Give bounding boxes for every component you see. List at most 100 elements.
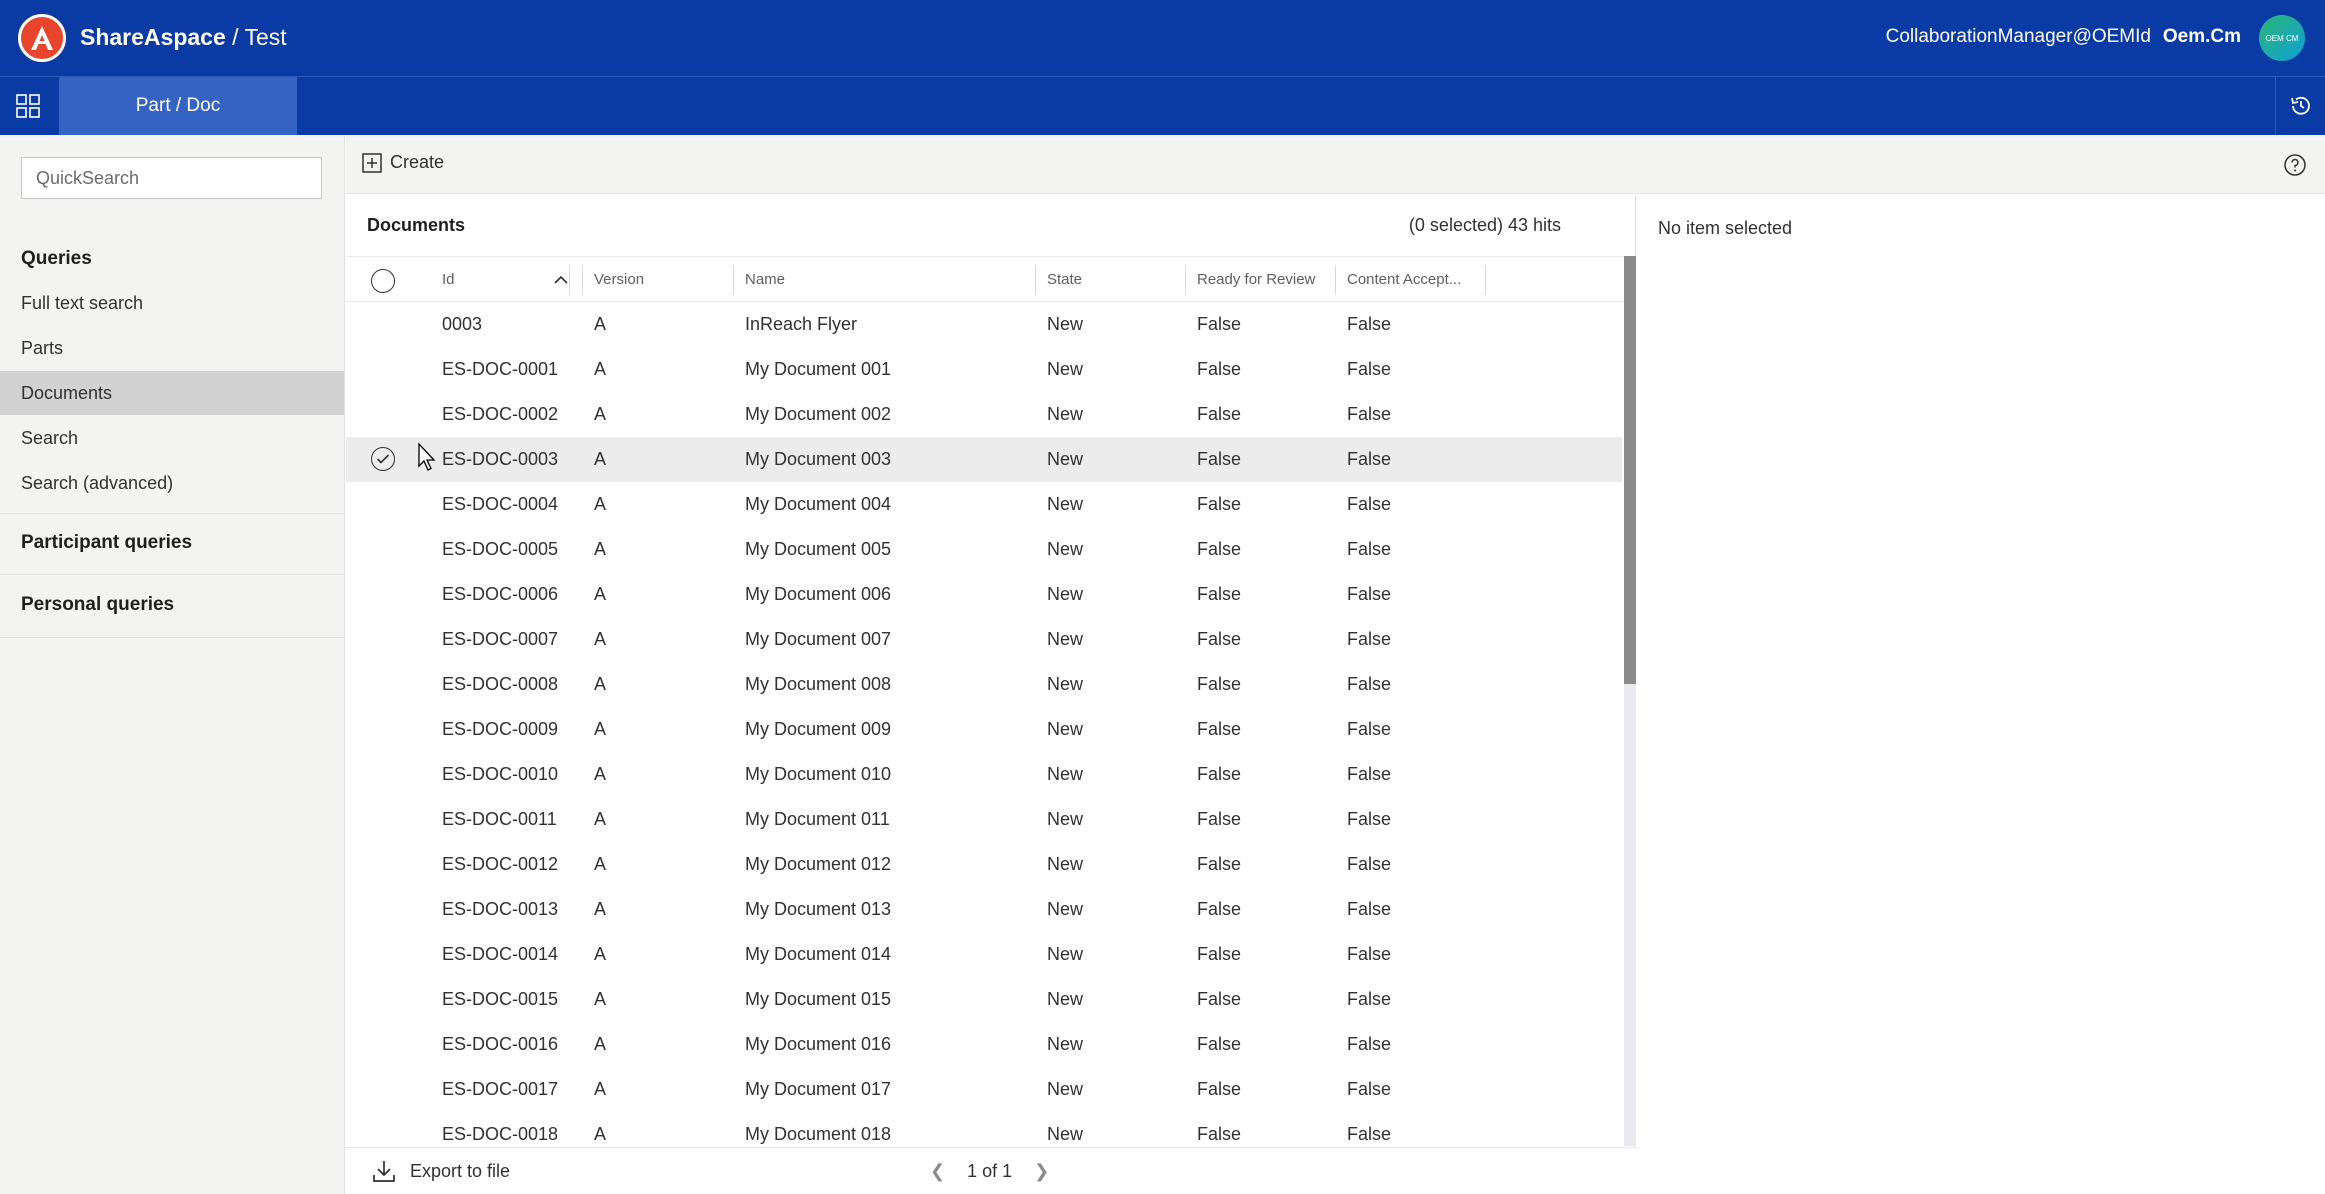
participant-queries-heading[interactable]: Participant queries	[21, 532, 192, 554]
table-row[interactable]: ES-DOC-0010 A My Document 010 New False False	[346, 752, 1622, 797]
cell-state: New	[1047, 539, 1084, 559]
queries-heading[interactable]: Queries	[21, 248, 92, 270]
shareaspace-logo[interactable]	[18, 14, 66, 62]
cell-version: A	[594, 584, 607, 604]
history-button[interactable]	[2275, 77, 2325, 135]
cell-id: ES-DOC-0005	[442, 539, 559, 559]
cell-id: ES-DOC-0004	[442, 494, 559, 514]
cell-state: New	[1047, 1079, 1084, 1099]
cell-state: New	[1047, 989, 1084, 1009]
cell-name: InReach Flyer	[745, 314, 858, 334]
cell-content-accept: False	[1347, 809, 1392, 829]
create-label: Create	[390, 152, 445, 172]
cell-version: A	[594, 629, 607, 649]
table-row[interactable]: ES-DOC-0012 A My Document 012 New False False	[346, 842, 1622, 887]
cell-content-accept: False	[1347, 629, 1392, 649]
table-row[interactable]: ES-DOC-0003 A My Document 003 New False False	[346, 437, 1622, 482]
cell-content-accept: False	[1347, 1079, 1392, 1099]
cell-ready-for-review: False	[1197, 404, 1242, 424]
export-to-file-button[interactable]: Export to file	[372, 1159, 510, 1183]
row-checkbox[interactable]	[371, 447, 395, 471]
cell-name: My Document 008	[745, 674, 892, 694]
mouse-cursor-icon	[418, 442, 436, 471]
logo-a-icon	[31, 26, 53, 50]
previous-page-icon[interactable]: ❮	[930, 1161, 945, 1182]
cell-name: My Document 001	[745, 359, 892, 379]
cell-content-accept: False	[1347, 314, 1392, 334]
next-page-icon[interactable]: ❯	[1034, 1161, 1049, 1182]
table-row[interactable]: ES-DOC-0015 A My Document 015 New False False	[346, 977, 1622, 1022]
cell-state: New	[1047, 494, 1084, 514]
cell-state: New	[1047, 449, 1084, 469]
cell-id: ES-DOC-0017	[442, 1079, 559, 1099]
cell-state: New	[1047, 1034, 1084, 1054]
column-header-state[interactable]: State	[1035, 257, 1185, 302]
sidebar-item-documents[interactable]: Documents	[0, 371, 344, 415]
table-row[interactable]: ES-DOC-0009 A My Document 009 New False False	[346, 707, 1622, 752]
cell-ready-for-review: False	[1197, 989, 1242, 1009]
scrollbar-thumb[interactable]	[1624, 256, 1636, 684]
table-row[interactable]: ES-DOC-0018 A My Document 018 New False False	[346, 1112, 1622, 1147]
cell-version: A	[594, 1079, 607, 1099]
apps-button[interactable]	[0, 77, 56, 135]
column-separator[interactable]	[569, 265, 570, 295]
cell-version: A	[594, 449, 607, 469]
table-row[interactable]: 0003 A InReach Flyer New False False	[346, 302, 1622, 347]
cell-state: New	[1047, 944, 1084, 964]
sort-ascending-icon	[554, 275, 568, 284]
table-row[interactable]: ES-DOC-0001 A My Document 001 New False False	[346, 347, 1622, 392]
column-header-ready-for-review[interactable]: Ready for Review	[1185, 257, 1335, 302]
personal-queries-heading[interactable]: Personal queries	[21, 594, 174, 616]
cell-content-accept: False	[1347, 539, 1392, 559]
table-row[interactable]: ES-DOC-0014 A My Document 014 New False False	[346, 932, 1622, 977]
table-row[interactable]: ES-DOC-0004 A My Document 004 New False False	[346, 482, 1622, 527]
tab-part-doc[interactable]: Part / Doc	[59, 77, 297, 135]
cell-id: ES-DOC-0018	[442, 1124, 559, 1144]
sidebar: Queries Full text search Parts Documents…	[0, 135, 345, 1194]
table-footer: Export to file ❮ 1 of 1 ❯	[346, 1147, 1636, 1194]
table-row[interactable]: ES-DOC-0011 A My Document 011 New False False	[346, 797, 1622, 842]
table-row[interactable]: ES-DOC-0007 A My Document 007 New False False	[346, 617, 1622, 662]
table-row[interactable]: ES-DOC-0002 A My Document 002 New False False	[346, 392, 1622, 437]
create-button[interactable]: Create	[362, 152, 444, 173]
help-icon[interactable]	[2283, 153, 2307, 177]
table-row[interactable]: ES-DOC-0006 A My Document 006 New False False	[346, 572, 1622, 617]
column-header-version[interactable]: Version	[582, 257, 733, 302]
cell-name: My Document 009	[745, 719, 892, 739]
sidebar-item-search[interactable]: Search	[0, 416, 344, 460]
cell-id: ES-DOC-0006	[442, 584, 559, 604]
column-header-content-accept[interactable]: Content Accept...	[1335, 257, 1485, 302]
table-row[interactable]: ES-DOC-0013 A My Document 013 New False False	[346, 887, 1622, 932]
command-bar: Create	[346, 135, 2325, 194]
column-separator[interactable]	[1485, 265, 1486, 295]
vertical-scrollbar[interactable]	[1624, 256, 1636, 1146]
cell-state: New	[1047, 899, 1084, 919]
cell-id: ES-DOC-0012	[442, 854, 559, 874]
cell-name: My Document 012	[745, 854, 892, 874]
sidebar-item-parts[interactable]: Parts	[0, 326, 344, 370]
select-all-checkbox[interactable]	[371, 269, 395, 293]
cell-ready-for-review: False	[1197, 1079, 1242, 1099]
quicksearch-input[interactable]	[21, 157, 322, 199]
cell-name: My Document 016	[745, 1034, 892, 1054]
cell-version: A	[594, 1034, 607, 1054]
cell-name: My Document 017	[745, 1079, 892, 1099]
table-row[interactable]: ES-DOC-0016 A My Document 016 New False False	[346, 1022, 1622, 1067]
cell-id: ES-DOC-0013	[442, 899, 559, 919]
user-email: CollaborationManager@OEMId	[1885, 26, 2151, 47]
sidebar-item-search-advanced[interactable]: Search (advanced)	[0, 461, 344, 505]
cell-id: ES-DOC-0007	[442, 629, 559, 649]
column-header-name[interactable]: Name	[733, 257, 1035, 302]
sidebar-item-full-text-search[interactable]: Full text search	[0, 281, 344, 325]
table-row[interactable]: ES-DOC-0008 A My Document 008 New False False	[346, 662, 1622, 707]
table-row[interactable]: ES-DOC-0017 A My Document 017 New False False	[346, 1067, 1622, 1112]
table-header: Id Version Name State Ready for Review C…	[346, 256, 1626, 302]
hits-count: (0 selected) 43 hits	[1408, 215, 1561, 235]
cell-id: ES-DOC-0011	[442, 809, 557, 829]
avatar[interactable]: OEM CM	[2259, 15, 2305, 61]
cell-content-accept: False	[1347, 404, 1392, 424]
sidebar-divider	[0, 574, 344, 575]
column-header-id[interactable]: Id	[430, 257, 582, 302]
sidebar-divider	[0, 637, 344, 638]
table-row[interactable]: ES-DOC-0005 A My Document 005 New False False	[346, 527, 1622, 572]
